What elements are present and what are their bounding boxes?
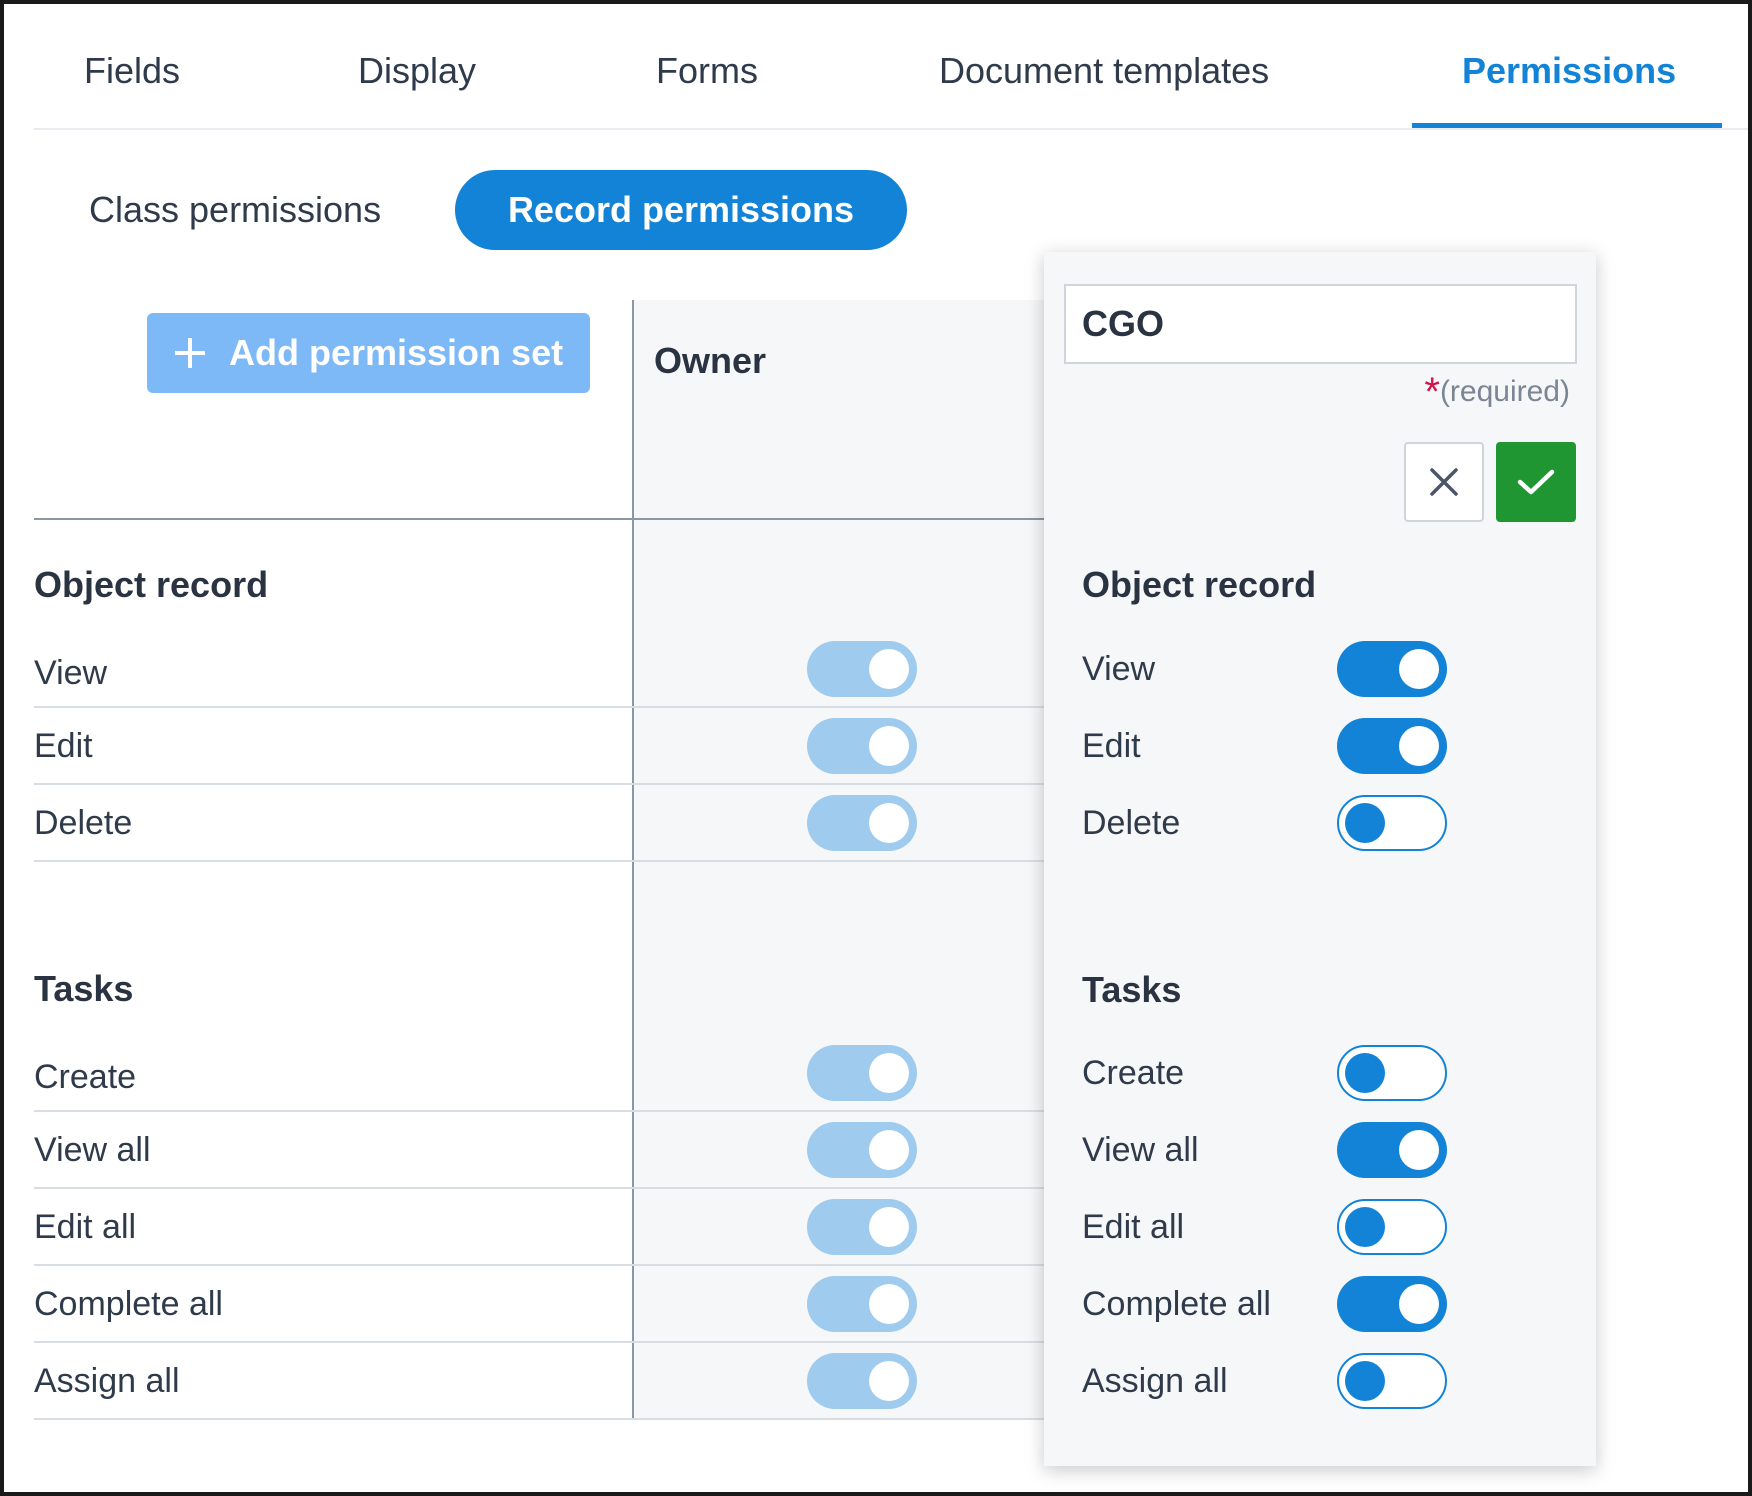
new-permission-set-panel: *(required) Object record View Edit Dele… [1044,252,1596,1466]
header-divider [34,518,1046,520]
toggle-knob [869,1130,909,1170]
section-title-tasks: Tasks [34,968,134,1009]
active-tab-indicator [1412,123,1722,128]
owner-toggle-delete[interactable] [807,795,917,851]
row-divider [34,1187,1046,1189]
close-icon [1430,468,1458,496]
panel-toggle-edit[interactable] [1337,718,1447,774]
plus-icon [173,336,207,370]
confirm-button[interactable] [1496,442,1576,522]
owner-toggle-view-all[interactable] [807,1122,917,1178]
row-label-view: View [34,654,108,692]
section-title-object-record: Object record [34,564,269,605]
panel-toggle-assign-all[interactable] [1337,1353,1447,1409]
panel-section-title-tasks: Tasks [1082,969,1182,1010]
panel-toggle-edit-all[interactable] [1337,1199,1447,1255]
toggle-knob [869,1207,909,1247]
tab-fields[interactable]: Fields [84,50,180,92]
row-divider [34,1110,1046,1112]
permission-set-name-input[interactable] [1064,284,1577,364]
panel-row-label-view-all: View all [1082,1131,1199,1169]
panel-section-title-object-record: Object record [1082,564,1317,605]
panel-row-label-complete-all: Complete all [1082,1285,1271,1323]
row-divider [34,706,1046,708]
row-divider [34,1341,1046,1343]
toggle-knob [1345,1053,1385,1093]
toggle-knob [1345,1207,1385,1247]
row-label-assign-all: Assign all [34,1362,180,1400]
row-label-edit-all: Edit all [34,1208,137,1246]
tab-forms[interactable]: Forms [656,50,758,92]
tab-permissions[interactable]: Permissions [1462,50,1676,92]
required-star: * [1424,370,1440,414]
panel-toggle-delete[interactable] [1337,795,1447,851]
panel-row-label-delete: Delete [1082,804,1181,842]
panel-toggle-view[interactable] [1337,641,1447,697]
row-divider [34,1264,1046,1266]
panel-toggle-view-all[interactable] [1337,1122,1447,1178]
owner-toggle-view[interactable] [807,641,917,697]
panel-row-label-assign-all: Assign all [1082,1362,1228,1400]
subtab-record-permissions[interactable]: Record permissions [455,170,907,250]
panel-toggle-create[interactable] [1337,1045,1447,1101]
row-label-create: Create [34,1058,137,1096]
panel-toggle-complete-all[interactable] [1337,1276,1447,1332]
required-hint: *(required) [1424,370,1570,415]
toggle-knob [869,1361,909,1401]
owner-toggle-complete-all[interactable] [807,1276,917,1332]
toggle-knob [1399,1284,1439,1324]
owner-toggle-edit[interactable] [807,718,917,774]
toggle-knob [1345,803,1385,843]
panel-row-label-edit-all: Edit all [1082,1208,1185,1246]
owner-column-header: Owner [654,340,767,381]
tab-document-templates[interactable]: Document templates [939,50,1269,92]
toggle-knob [869,1053,909,1093]
add-permission-set-label: Add permission set [229,332,564,373]
toggle-knob [869,1284,909,1324]
toggle-knob [1399,649,1439,689]
cancel-button[interactable] [1404,442,1484,522]
permissions-editor: Fields Display Forms Document templates … [0,0,1752,1496]
owner-toggle-assign-all[interactable] [807,1353,917,1409]
toggle-knob [869,726,909,766]
subtab-class-permissions[interactable]: Class permissions [89,170,381,250]
toggle-knob [1399,1130,1439,1170]
row-label-complete-all: Complete all [34,1285,223,1323]
row-label-delete: Delete [34,804,133,842]
add-permission-set-button[interactable]: Add permission set [147,313,590,393]
required-text: (required) [1439,375,1570,408]
row-divider [34,860,1046,862]
toggle-knob [1399,726,1439,766]
row-divider [34,783,1046,785]
panel-row-label-edit: Edit [1082,727,1141,765]
top-tab-bar: Fields Display Forms Document templates … [34,4,1748,130]
row-label-edit: Edit [34,727,93,765]
owner-toggle-edit-all[interactable] [807,1199,917,1255]
owner-toggle-create[interactable] [807,1045,917,1101]
toggle-knob [869,649,909,689]
checkmark-icon [1517,469,1555,495]
panel-row-label-create: Create [1082,1054,1185,1092]
panel-row-label-view: View [1082,650,1156,688]
row-label-view-all: View all [34,1131,151,1169]
tab-display[interactable]: Display [358,50,476,92]
toggle-knob [1345,1361,1385,1401]
toggle-knob [869,803,909,843]
row-divider [34,1418,1046,1420]
